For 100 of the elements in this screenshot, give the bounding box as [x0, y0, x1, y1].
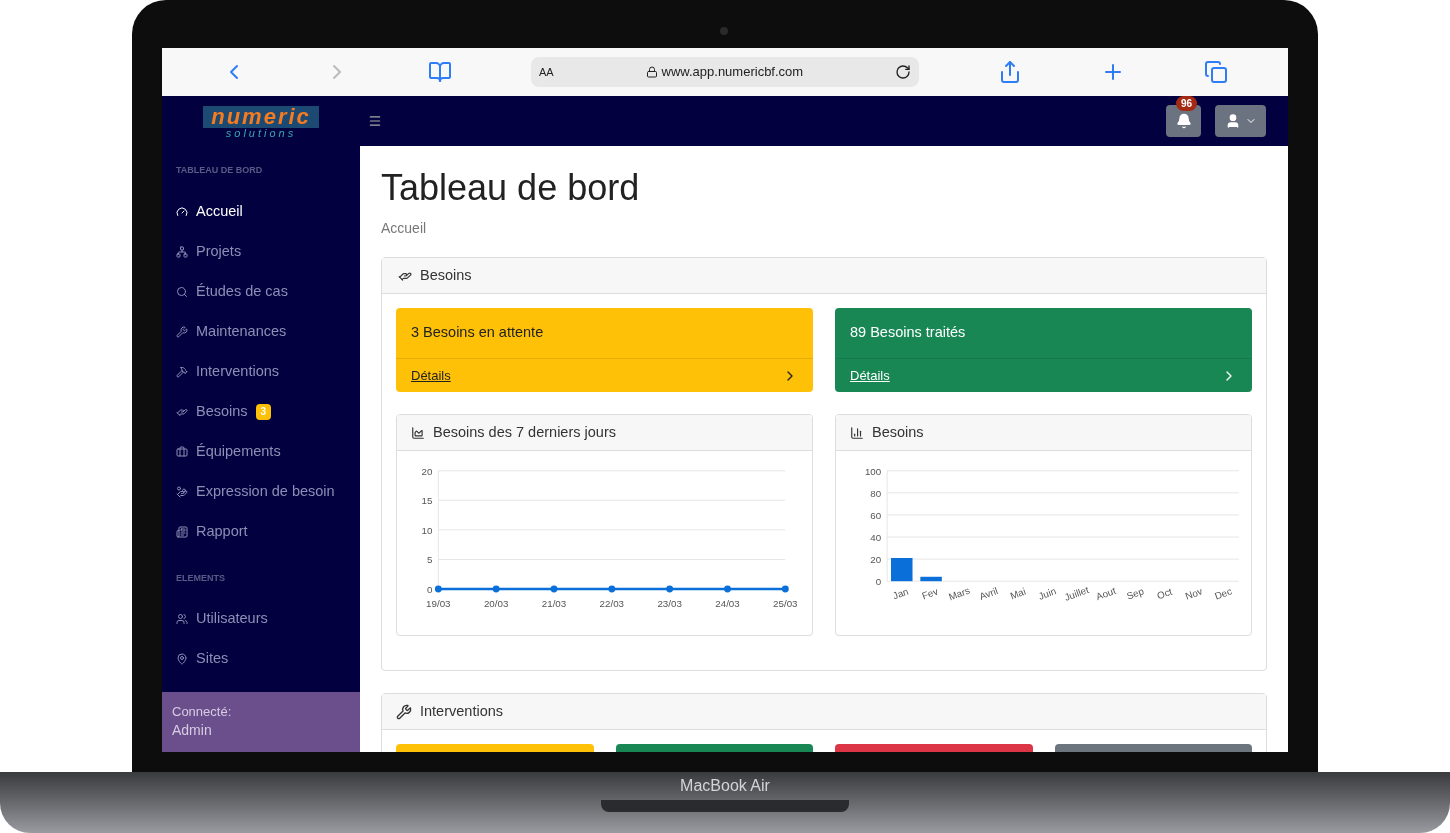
- map-pin-icon: [176, 653, 188, 665]
- sidebar-item[interactable]: Besoins 3: [162, 391, 360, 432]
- data-point: [608, 585, 616, 593]
- axis-tick-label: Oct: [1155, 585, 1174, 602]
- axis-tick-label: 20: [870, 554, 882, 565]
- card-title: Besoins des 7 derniers jours: [433, 422, 616, 442]
- card-title: Besoins: [872, 422, 924, 442]
- reload-icon[interactable]: [895, 64, 911, 80]
- sidebar-label: Études de cas: [196, 281, 288, 301]
- camera-icon: [720, 27, 728, 35]
- sidebar-item[interactable]: Utilisateurs: [162, 599, 360, 639]
- axis-tick-label: Dec: [1213, 585, 1234, 602]
- sidebar-label: Maintenances: [196, 321, 287, 341]
- wrench-icon: [176, 325, 188, 338]
- book-icon[interactable]: [428, 60, 452, 84]
- users-icon: [176, 613, 188, 625]
- device-label: MacBook Air: [680, 776, 770, 796]
- axis-tick-label: 10: [421, 524, 433, 536]
- axis-tick-label: 15: [421, 495, 433, 507]
- sidebar-item[interactable]: Rapport: [162, 511, 360, 552]
- details-link[interactable]: Détails: [835, 358, 1252, 392]
- toolbox-icon: [176, 445, 188, 458]
- axis-tick-label: 40: [870, 531, 882, 543]
- sidebar-label: Expression de besoin: [196, 481, 335, 501]
- axis-tick-label: 20/03: [483, 597, 509, 609]
- sidebar-label: Sites: [196, 649, 229, 669]
- card-title: Interventions: [420, 701, 504, 721]
- address-bar[interactable]: AA www.app.numericbf.com: [531, 57, 919, 87]
- area-chart-icon: [411, 425, 425, 440]
- share-icon[interactable]: [998, 60, 1022, 84]
- axis-tick-label: 0: [875, 576, 882, 588]
- data-point: [724, 585, 731, 593]
- user-menu-button[interactable]: [1215, 105, 1266, 137]
- sidebar-label: Interventions: [196, 361, 280, 381]
- tools-icon: [176, 365, 188, 378]
- tabs-icon[interactable]: [1204, 60, 1228, 84]
- notification-badge: 96: [1176, 96, 1198, 111]
- lock-icon: [645, 66, 658, 78]
- axis-tick-label: 20: [421, 465, 433, 477]
- axis-tick-label: 80: [870, 487, 882, 499]
- sidebar-label: Équipements: [196, 441, 281, 461]
- url-text: www.app.numericbf.com: [661, 63, 804, 82]
- data-point: [492, 585, 500, 593]
- sidebar-item[interactable]: Accueil: [162, 191, 360, 232]
- sidebar-label: Rapport: [196, 521, 248, 541]
- sidebar-item[interactable]: Équipements: [162, 431, 360, 472]
- notification-button[interactable]: [1166, 105, 1201, 137]
- sidebar-label: Utilisateurs: [196, 609, 268, 629]
- data-point: [781, 585, 789, 593]
- hierarchy-icon: [176, 245, 188, 258]
- axis-tick-label: 23/03: [657, 597, 682, 609]
- axis-tick-label: Mai: [1008, 585, 1028, 602]
- text-size-button[interactable]: AA: [539, 63, 554, 81]
- sidebar-label: Projets: [196, 241, 242, 261]
- data-point: [434, 585, 442, 593]
- sidebar-item[interactable]: Sites: [162, 639, 360, 679]
- axis-tick-label: 21/03: [541, 597, 567, 609]
- axis-tick-label: Juin: [1036, 585, 1058, 602]
- axis-tick-label: Jan: [891, 585, 910, 602]
- axis-tick-label: 100: [864, 465, 882, 477]
- search-icon: [176, 285, 188, 298]
- axis-tick-label: 22/03: [599, 597, 625, 609]
- sidebar-item[interactable]: Maintenances: [162, 311, 360, 352]
- user-name: Admin: [172, 721, 213, 740]
- sidebar-item[interactable]: Interventions: [162, 351, 360, 392]
- axis-tick-label: 60: [870, 509, 882, 521]
- axis-tick-label: Aout: [1094, 584, 1118, 603]
- sidebar-item[interactable]: Projets: [162, 231, 360, 272]
- axis-tick-label: 24/03: [715, 597, 740, 609]
- menu-icon[interactable]: [368, 114, 382, 128]
- axis-tick-label: 25/03: [773, 597, 798, 609]
- logo-text: numeric: [203, 105, 319, 128]
- axis-tick-label: 0: [427, 583, 433, 595]
- data-point: [666, 585, 674, 593]
- data-point: [550, 585, 558, 593]
- tools-icon: [396, 703, 412, 720]
- hand-coin-icon: [176, 485, 188, 498]
- bell-icon: [1175, 113, 1192, 129]
- section-heading: ELEMENTS: [175, 571, 226, 585]
- footer-label: Connecté:: [172, 703, 233, 721]
- newspaper-icon: [176, 525, 188, 538]
- axis-tick-label: Mars: [947, 584, 972, 603]
- sidebar-item[interactable]: Études de cas: [162, 271, 360, 312]
- bar-chart-icon: [850, 425, 864, 440]
- axis-tick-label: Fev: [920, 585, 940, 602]
- bar: [891, 558, 913, 582]
- sidebar-label: Besoins: [196, 401, 248, 421]
- bar: [920, 576, 942, 582]
- logo-subtext: solutions: [225, 127, 297, 139]
- details-link[interactable]: Détails: [396, 358, 813, 392]
- stat-text: 3 Besoins en attente: [410, 323, 545, 343]
- axis-tick-label: 19/03: [426, 597, 451, 609]
- gauge-icon: [176, 205, 188, 218]
- axis-tick-label: Juillet: [1062, 584, 1091, 603]
- axis-tick-label: Avril: [977, 585, 1000, 602]
- axis-tick-label: 5: [427, 554, 433, 566]
- axis-tick-label: Nov: [1183, 585, 1204, 602]
- sidebar-item[interactable]: Expression de besoin: [162, 471, 360, 512]
- page-title: Tableau de bord: [381, 168, 641, 208]
- sidebar-label: Accueil: [196, 201, 243, 221]
